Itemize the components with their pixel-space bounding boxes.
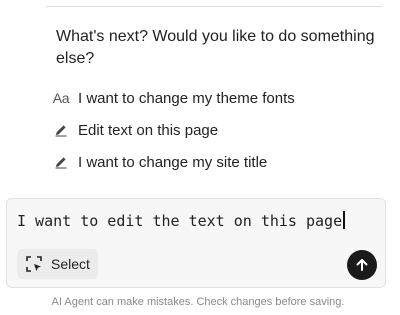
select-button[interactable]: Select — [17, 249, 98, 279]
divider — [46, 6, 382, 7]
pencil-icon — [50, 155, 72, 169]
assistant-question: What's next? Would you like to do someth… — [56, 28, 375, 67]
font-icon: Aa — [50, 90, 72, 106]
suggestion-label: I want to change my theme fonts — [78, 89, 295, 107]
message-composer[interactable]: I want to edit the text on this page Sel… — [6, 198, 386, 288]
suggestion-list: Aa I want to change my theme fonts Edit … — [50, 82, 390, 178]
arrow-up-icon — [354, 257, 370, 273]
pencil-icon — [50, 123, 72, 137]
message-input[interactable]: I want to edit the text on this page — [17, 211, 345, 230]
disclaimer-text: AI Agent can make mistakes. Check change… — [51, 296, 345, 308]
select-button-label: Select — [51, 256, 90, 272]
select-area-icon — [25, 255, 43, 273]
font-icon-glyph: Aa — [52, 90, 70, 106]
message-input-value: I want to edit the text on this page — [17, 212, 343, 230]
suggestion-label: I want to change my site title — [78, 153, 268, 171]
suggestion-change-theme-fonts[interactable]: Aa I want to change my theme fonts — [50, 82, 390, 114]
text-caret — [343, 211, 345, 229]
suggestion-edit-text[interactable]: Edit text on this page — [50, 114, 390, 146]
send-button[interactable] — [347, 250, 377, 280]
chat-panel: What's next? Would you like to do someth… — [0, 0, 400, 315]
suggestion-label: Edit text on this page — [78, 121, 219, 139]
suggestion-change-site-title[interactable]: I want to change my site title — [50, 146, 390, 178]
